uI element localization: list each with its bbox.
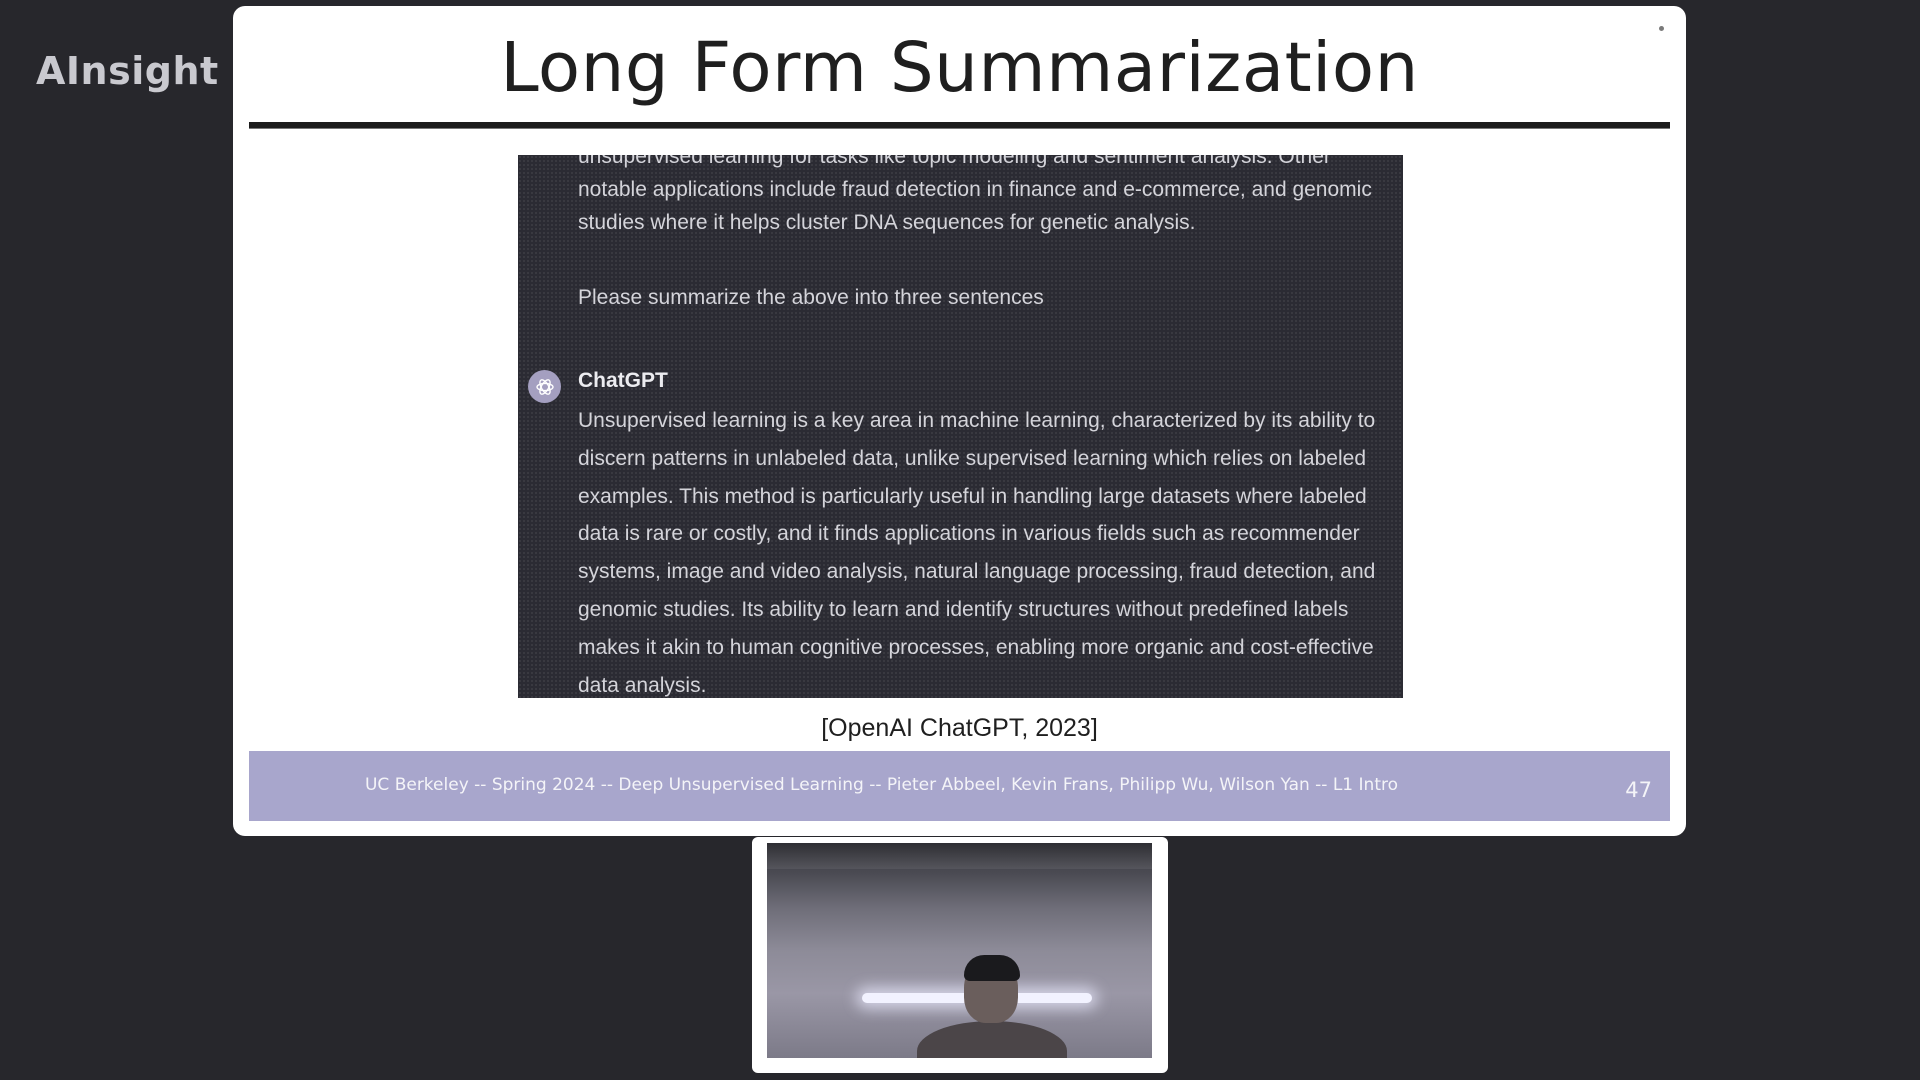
slide: Long Form Summarization unsupervised lea… — [233, 6, 1686, 836]
presenter-hair — [964, 955, 1020, 981]
reply-line: discern patterns in unlabeled data, unli… — [578, 446, 1366, 470]
citation: [OpenAI ChatGPT, 2023] — [821, 714, 1098, 742]
reply-line: Unsupervised learning is a key area in m… — [578, 409, 1376, 432]
reply-line: makes it akin to human cognitive process… — [578, 635, 1374, 659]
screen: AInsight Long Form Summarization unsuper… — [0, 0, 1920, 1080]
webcam-overlay — [752, 837, 1168, 1073]
slide-footer: UC Berkeley -- Spring 2024 -- Deep Unsup… — [249, 751, 1670, 821]
presenter-body — [917, 1021, 1067, 1058]
assistant-reply: Unsupervised learning is a key area in m… — [578, 402, 1403, 698]
user-prompt: Please summarize the above into three se… — [578, 286, 1044, 309]
assistant-name: ChatGPT — [578, 369, 668, 392]
watermark-text: AInsight — [36, 49, 219, 93]
previous-message-line: unsupervised learning for tasks like top… — [578, 155, 1331, 168]
previous-message-line: studies where it helps cluster DNA seque… — [578, 211, 1196, 234]
previous-message: unsupervised learning for tasks like top… — [578, 155, 1403, 239]
slide-title: Long Form Summarization — [500, 28, 1419, 108]
reply-line: genomic studies. Its ability to learn an… — [578, 597, 1349, 621]
openai-logo-icon — [528, 370, 561, 403]
reply-line: data is rare or costly, and it finds app… — [578, 522, 1360, 546]
reply-line: data analysis. — [578, 673, 707, 697]
webcam-ceiling — [767, 843, 1152, 869]
webcam-feed — [767, 843, 1152, 1058]
chatgpt-screenshot: unsupervised learning for tasks like top… — [518, 155, 1403, 698]
title-divider — [249, 122, 1670, 129]
previous-message-line: notable applications include fraud detec… — [578, 178, 1372, 201]
page-number: 47 — [1625, 778, 1652, 802]
footer-text: UC Berkeley -- Spring 2024 -- Deep Unsup… — [364, 775, 1398, 795]
reply-line: systems, image and video analysis, natur… — [578, 560, 1376, 584]
reply-line: examples. This method is particularly us… — [578, 484, 1367, 508]
